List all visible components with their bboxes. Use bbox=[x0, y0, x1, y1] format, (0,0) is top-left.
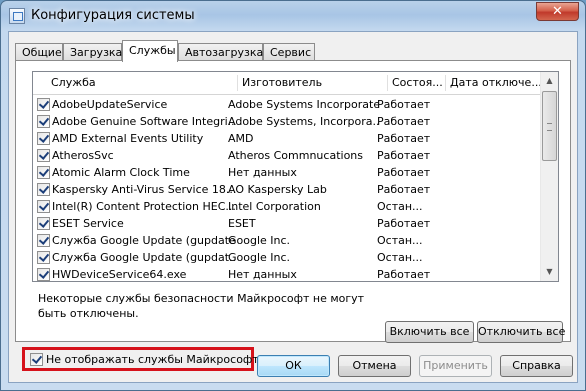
microsoft-services-note: Некоторые службы безопасности Майкрософт… bbox=[38, 292, 365, 320]
service-row[interactable]: ESET Service ESET Работает bbox=[33, 215, 541, 232]
service-manufacturer: Нет данных bbox=[228, 166, 297, 179]
service-row[interactable]: Служба Google Update (gupdate) Google Inc… bbox=[33, 232, 541, 249]
service-manufacturer: Нет данных bbox=[228, 268, 297, 281]
service-status: Остан... bbox=[377, 200, 423, 213]
service-status: Работает bbox=[377, 217, 431, 230]
service-status: Работает bbox=[377, 98, 431, 111]
service-checkbox[interactable] bbox=[37, 234, 50, 247]
tab-services[interactable]: Службы bbox=[122, 40, 178, 62]
msconfig-app-icon bbox=[9, 8, 25, 24]
close-button[interactable]: ✕ bbox=[536, 2, 579, 21]
service-checkbox[interactable] bbox=[37, 98, 50, 111]
column-header-service[interactable]: Служба bbox=[46, 72, 236, 94]
service-name: HWDeviceService64.exe bbox=[52, 268, 187, 281]
cancel-button[interactable]: Отмена bbox=[338, 355, 411, 377]
service-manufacturer: Google Inc. bbox=[228, 251, 291, 264]
enable-all-button[interactable]: Включить все bbox=[385, 321, 474, 343]
service-row[interactable]: Atomic Alarm Clock Time Нет данных Работае… bbox=[33, 164, 541, 181]
hide-microsoft-services-checkbox[interactable] bbox=[30, 353, 43, 366]
service-checkbox[interactable] bbox=[37, 166, 50, 179]
tab-tools[interactable]: Сервис bbox=[263, 43, 315, 61]
service-status: Работает bbox=[377, 115, 431, 128]
service-row[interactable]: HWDeviceService64.exe Нет данных Работает bbox=[33, 266, 541, 281]
help-button[interactable]: Справка bbox=[500, 355, 573, 377]
title-bar[interactable]: Конфигурация системы ✕ bbox=[1, 1, 585, 31]
service-name: Intel(R) Content Protection HEC... bbox=[52, 200, 236, 213]
service-checkbox[interactable] bbox=[37, 268, 50, 281]
services-tab-panel: Служба Изготовитель Состоя... Дата отклю… bbox=[15, 60, 571, 343]
service-checkbox[interactable] bbox=[37, 115, 50, 128]
service-row[interactable]: AMD External Events Utility AMD Работает bbox=[33, 130, 541, 147]
hide-microsoft-services-highlight: Не отображать службы Майкрософт bbox=[22, 347, 259, 371]
vertical-scrollbar[interactable]: ▲ ▼ bbox=[540, 72, 558, 281]
service-status: Работает bbox=[377, 132, 431, 145]
service-checkbox[interactable] bbox=[37, 132, 50, 145]
service-status: Остан... bbox=[377, 234, 423, 247]
tab-general[interactable]: Общие bbox=[15, 43, 63, 61]
system-configuration-window: Конфигурация системы ✕ Общие Загрузка Сл… bbox=[0, 0, 586, 391]
scroll-up-arrow-icon[interactable]: ▲ bbox=[542, 73, 557, 89]
service-name: Kaspersky Anti-Virus Service 18.... bbox=[52, 183, 236, 196]
service-manufacturer: Adobe Systems, Incorpora... bbox=[228, 115, 378, 128]
tab-startup[interactable]: Автозагрузка bbox=[178, 43, 263, 61]
service-checkbox[interactable] bbox=[37, 251, 50, 264]
service-name: AMD External Events Utility bbox=[52, 132, 204, 145]
service-name: Adobe Genuine Software Integri... bbox=[52, 115, 236, 128]
service-name: AdobeUpdateService bbox=[52, 98, 168, 111]
service-manufacturer: AMD bbox=[228, 132, 254, 145]
service-name: ESET Service bbox=[52, 217, 124, 230]
scroll-down-arrow-icon[interactable]: ▼ bbox=[542, 264, 557, 280]
services-list[interactable]: Служба Изготовитель Состоя... Дата отклю… bbox=[32, 71, 559, 282]
window-title: Конфигурация системы bbox=[31, 8, 195, 23]
column-header-disabled-date[interactable]: Дата отключе... bbox=[445, 72, 541, 94]
service-manufacturer: Google Inc. bbox=[228, 234, 291, 247]
service-row[interactable]: Adobe Genuine Software Integri... Adobe S… bbox=[33, 113, 541, 130]
service-name: Служба Google Update (gupdate) bbox=[52, 234, 236, 247]
service-manufacturer: AO Kaspersky Lab bbox=[228, 183, 327, 196]
service-checkbox[interactable] bbox=[37, 200, 50, 213]
service-row[interactable]: AdobeUpdateService Adobe Systems Incorpor… bbox=[33, 96, 541, 113]
service-name: AtherosSvc bbox=[52, 149, 114, 162]
column-header-manufacturer[interactable]: Изготовитель bbox=[237, 72, 387, 94]
hide-microsoft-services-label[interactable]: Не отображать службы Майкрософт bbox=[46, 352, 259, 367]
service-checkbox[interactable] bbox=[37, 217, 50, 230]
service-checkbox[interactable] bbox=[37, 183, 50, 196]
ok-button[interactable]: ОК bbox=[257, 355, 330, 377]
disable-all-button[interactable]: Отключить все bbox=[477, 321, 565, 343]
service-checkbox[interactable] bbox=[37, 149, 50, 162]
service-status: Работает bbox=[377, 268, 431, 281]
column-header-status[interactable]: Состоя... bbox=[387, 72, 445, 94]
service-manufacturer: ESET bbox=[228, 217, 256, 230]
services-list-header: Служба Изготовитель Состоя... Дата отклю… bbox=[33, 72, 541, 95]
service-row[interactable]: Intel(R) Content Protection HEC... Intel … bbox=[33, 198, 541, 215]
tab-boot[interactable]: Загрузка bbox=[63, 43, 122, 61]
service-status: Работает bbox=[377, 166, 431, 179]
scrollbar-thumb[interactable] bbox=[542, 91, 557, 161]
service-status: Остан... bbox=[377, 251, 423, 264]
service-manufacturer: Atheros Commnucations bbox=[228, 149, 363, 162]
service-name: Atomic Alarm Clock Time bbox=[52, 166, 190, 179]
service-status: Работает bbox=[377, 149, 431, 162]
dialog-client-area: Общие Загрузка Службы Автозагрузка Серви… bbox=[8, 31, 578, 383]
apply-button[interactable]: Применить bbox=[419, 355, 492, 377]
service-manufacturer: Adobe Systems Incorporated bbox=[228, 98, 378, 111]
service-row[interactable]: AtherosSvc Atheros Commnucations Работает bbox=[33, 147, 541, 164]
service-manufacturer: Intel Corporation bbox=[228, 200, 321, 213]
service-row[interactable]: Служба Google Update (gupdat... Google In… bbox=[33, 249, 541, 266]
service-row[interactable]: Kaspersky Anti-Virus Service 18.... AO Ka… bbox=[33, 181, 541, 198]
service-name: Служба Google Update (gupdat... bbox=[52, 251, 236, 264]
service-status: Работает bbox=[377, 183, 431, 196]
